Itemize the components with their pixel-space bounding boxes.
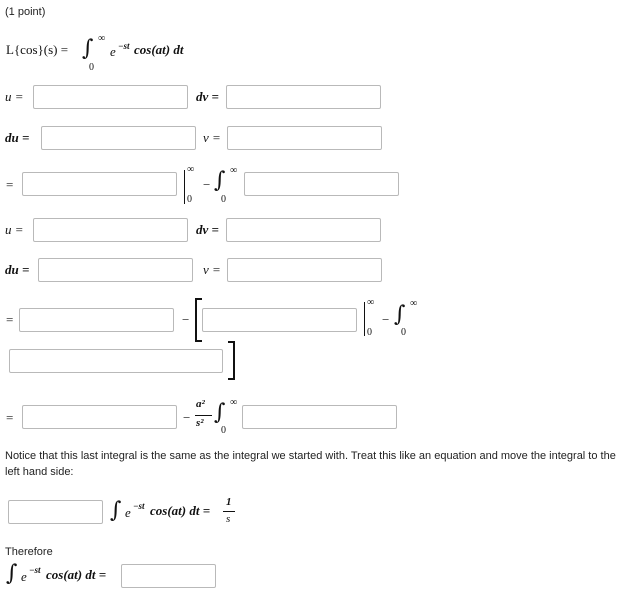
lhs-coefficient-input[interactable]: [8, 500, 103, 524]
int-lower-8: 0: [221, 425, 226, 436]
du-label-2: du =: [5, 262, 30, 277]
equals-sign-3: =: [6, 177, 14, 192]
final-answer-input[interactable]: [121, 564, 216, 588]
eval-lower-3: 0: [187, 194, 192, 205]
eval-bar-6-icon: [364, 302, 365, 336]
eq-integrand-rest: cos(at) dt =: [150, 503, 211, 518]
minus-8: −: [183, 410, 191, 425]
final-integrand-e: e: [21, 569, 27, 584]
upper-limit: ∞: [98, 33, 106, 44]
minus-3: −: [203, 177, 211, 192]
row3-first-input[interactable]: [22, 172, 177, 196]
u-input-1[interactable]: [33, 85, 188, 109]
left-bracket-bottom: [195, 340, 202, 342]
therefore-label: Therefore: [5, 546, 53, 558]
points-label: (1 point): [5, 6, 46, 18]
integral-sign-eq-icon: ∫: [110, 498, 122, 523]
rhs-fraction-bar: [223, 511, 235, 512]
equals-sign-6: =: [6, 312, 14, 327]
du-input-1[interactable]: [41, 126, 196, 150]
equals-sign-8: =: [6, 410, 14, 425]
integral-sign-6-icon: ∫: [394, 302, 406, 327]
right-bracket-icon: [233, 341, 235, 380]
dv-input-1[interactable]: [226, 85, 381, 109]
lower-limit: 0: [89, 62, 94, 73]
row3-second-input[interactable]: [244, 172, 399, 196]
minus-6b: −: [382, 312, 390, 327]
v-label-1: v =: [203, 130, 221, 145]
integrand-exponent: −st: [118, 41, 130, 51]
integrand-rest: cos(at) dt: [134, 42, 184, 57]
int-lower-6: 0: [401, 327, 406, 338]
int-lower-3: 0: [221, 194, 226, 205]
rhs-denominator: s: [226, 513, 231, 525]
v-input-2[interactable]: [227, 258, 382, 282]
fraction-denominator: s²: [196, 417, 204, 429]
integrand-e: e: [110, 44, 116, 59]
right-bracket-top: [228, 341, 235, 343]
left-bracket-top: [195, 298, 202, 300]
u-label-2: u =: [5, 222, 24, 237]
du-label-1: du =: [5, 130, 30, 145]
u-label-1: u =: [5, 89, 24, 104]
left-bracket-icon: [195, 298, 197, 342]
int-upper-3: ∞: [230, 165, 238, 176]
u-input-2[interactable]: [33, 218, 188, 242]
v-label-2: v =: [203, 262, 221, 277]
fraction-numerator: a²: [196, 398, 205, 410]
integral-sign-icon: ∫: [82, 36, 94, 61]
integral-sign-final-icon: ∫: [6, 561, 18, 586]
row8-second-input[interactable]: [242, 405, 397, 429]
row8-first-input[interactable]: [22, 405, 177, 429]
v-input-1[interactable]: [227, 126, 382, 150]
final-exponent: −st: [29, 565, 41, 575]
laplace-lhs: L{cos}(s) =: [6, 42, 69, 57]
final-integrand-rest: cos(at) dt =: [46, 567, 107, 582]
eval-upper-6: ∞: [367, 297, 375, 308]
dv-label-2: dv =: [196, 222, 219, 237]
fraction-bar: [195, 415, 212, 416]
eval-bar-icon: [184, 170, 185, 204]
integral-sign-8-icon: ∫: [214, 400, 226, 425]
minus-6: −: [182, 312, 190, 327]
eval-lower-6: 0: [367, 327, 372, 338]
integral-sign-3-icon: ∫: [214, 168, 226, 193]
int-upper-8: ∞: [230, 397, 238, 408]
eq-exponent: −st: [133, 501, 145, 511]
eq-integrand-e: e: [125, 505, 131, 520]
dv-input-2[interactable]: [226, 218, 381, 242]
notice-text: Notice that this last integral is the sa…: [5, 450, 616, 478]
row7-input[interactable]: [9, 349, 223, 373]
du-input-2[interactable]: [38, 258, 193, 282]
eval-upper-3: ∞: [187, 164, 195, 175]
dv-label-1: dv =: [196, 89, 219, 104]
row6-first-input[interactable]: [19, 308, 174, 332]
rhs-numerator: 1: [226, 496, 232, 508]
int-upper-6: ∞: [410, 298, 418, 309]
right-bracket-bottom: [228, 378, 235, 380]
row6-bracket-input[interactable]: [202, 308, 357, 332]
